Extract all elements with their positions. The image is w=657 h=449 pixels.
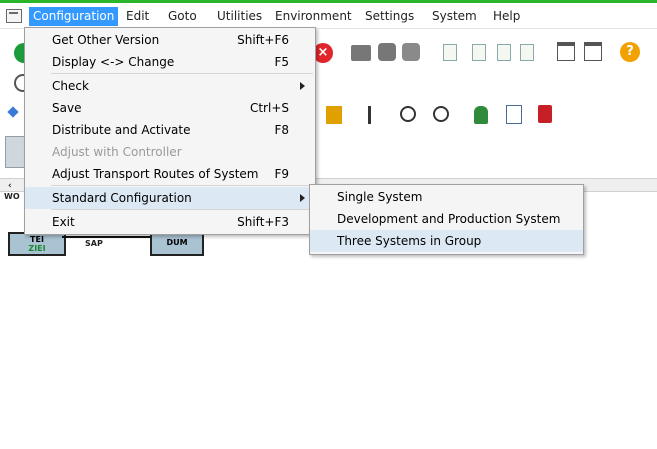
menu-utilities[interactable]: Utilities bbox=[213, 7, 266, 26]
submenu-item-label: Three Systems in Group bbox=[337, 234, 482, 248]
menu-item-shortcut: F9 bbox=[274, 167, 289, 181]
submenu-item-three-systems[interactable]: Three Systems in Group bbox=[310, 230, 583, 252]
previous-page-icon[interactable] bbox=[472, 44, 486, 61]
menu-item-label: Distribute and Activate bbox=[52, 123, 191, 137]
menu-edit[interactable]: Edit bbox=[122, 7, 153, 26]
menu-configuration[interactable]: Configuration bbox=[29, 7, 119, 26]
menu-item-label: Adjust with Controller bbox=[52, 145, 182, 159]
user-icon[interactable] bbox=[474, 106, 488, 124]
menu-item-shortcut: F8 bbox=[274, 123, 289, 137]
help-icon[interactable]: ? bbox=[620, 42, 640, 62]
last-page-icon[interactable] bbox=[520, 44, 534, 61]
route-label: SAP bbox=[85, 239, 103, 248]
find-icon[interactable] bbox=[378, 43, 396, 61]
menu-item-check[interactable]: Check bbox=[25, 75, 315, 97]
menu-help[interactable]: Help bbox=[489, 7, 524, 26]
menu-item-exit[interactable]: Exit Shift+F3 bbox=[25, 211, 315, 233]
menu-item-get-other-version[interactable]: Get Other Version Shift+F6 bbox=[25, 29, 315, 51]
submenu-arrow-icon bbox=[300, 82, 305, 90]
system-name-dum: DUM bbox=[166, 238, 188, 247]
menu-item-shortcut: Shift+F6 bbox=[237, 33, 289, 47]
print-icon[interactable] bbox=[351, 45, 371, 61]
transport-route-line bbox=[62, 236, 152, 238]
pin-icon[interactable] bbox=[7, 106, 19, 118]
system-box-tei[interactable]: TEI ZIEI bbox=[8, 232, 66, 256]
menu-item-label: Exit bbox=[52, 215, 75, 229]
menu-separator bbox=[51, 73, 313, 74]
menu-item-adjust-transport-routes[interactable]: Adjust Transport Routes of System F9 bbox=[25, 163, 315, 185]
menu-item-adjust-controller: Adjust with Controller bbox=[25, 141, 315, 163]
menu-item-label: Save bbox=[52, 101, 82, 115]
submenu-item-single-system[interactable]: Single System bbox=[310, 186, 583, 208]
menu-goto[interactable]: Goto bbox=[164, 7, 201, 26]
submenu-item-dev-prod-system[interactable]: Development and Production System bbox=[310, 208, 583, 230]
menu-separator bbox=[51, 185, 313, 186]
menu-settings[interactable]: Settings bbox=[361, 7, 418, 26]
next-page-icon[interactable] bbox=[497, 44, 511, 61]
menu-item-save[interactable]: Save Ctrl+S bbox=[25, 97, 315, 119]
first-page-icon[interactable] bbox=[443, 44, 457, 61]
menu-item-label: Check bbox=[52, 79, 89, 93]
find-next-icon[interactable] bbox=[402, 43, 420, 61]
shortcut-icon[interactable] bbox=[584, 42, 602, 61]
menu-item-label: Get Other Version bbox=[52, 33, 160, 47]
system-box-dum[interactable]: DUM bbox=[150, 232, 204, 256]
system-client: ZIEI bbox=[28, 244, 46, 253]
zoom-in-icon[interactable] bbox=[400, 106, 416, 122]
align-icon[interactable] bbox=[368, 106, 383, 124]
menu-item-distribute-activate[interactable]: Distribute and Activate F8 bbox=[25, 119, 315, 141]
standard-configuration-submenu: Single System Development and Production… bbox=[309, 184, 584, 255]
system-name: TEI bbox=[30, 235, 44, 244]
menu-item-standard-configuration[interactable]: Standard Configuration bbox=[25, 187, 315, 209]
tab-label: WO bbox=[4, 192, 20, 201]
transport-icon[interactable] bbox=[326, 106, 342, 124]
submenu-item-label: Single System bbox=[337, 190, 423, 204]
menu-item-label: Adjust Transport Routes of System bbox=[52, 167, 259, 181]
new-session-icon[interactable] bbox=[557, 42, 575, 61]
menu-item-display-change[interactable]: Display <-> Change F5 bbox=[25, 51, 315, 73]
menu-separator bbox=[51, 209, 313, 210]
zoom-out-icon[interactable] bbox=[433, 106, 449, 122]
system-menu-icon[interactable] bbox=[6, 9, 22, 23]
menu-item-shortcut: Shift+F3 bbox=[237, 215, 289, 229]
submenu-item-label: Development and Production System bbox=[337, 212, 561, 226]
menu-item-label: Display <-> Change bbox=[52, 55, 175, 69]
list-icon[interactable] bbox=[506, 105, 522, 124]
menu-item-shortcut: Ctrl+S bbox=[249, 101, 289, 115]
submenu-arrow-icon bbox=[300, 194, 305, 202]
menu-item-label: Standard Configuration bbox=[52, 191, 192, 205]
menubar: Configuration Edit Goto Utilities Enviro… bbox=[0, 3, 657, 29]
menu-system[interactable]: System bbox=[428, 7, 481, 26]
scroll-left-icon[interactable]: ‹ bbox=[8, 181, 12, 191]
menu-item-shortcut: F5 bbox=[274, 55, 289, 69]
menu-environment[interactable]: Environment bbox=[271, 7, 356, 26]
cancel-icon[interactable]: × bbox=[313, 43, 333, 63]
book-icon[interactable] bbox=[538, 105, 552, 123]
configuration-menu: Get Other Version Shift+F6 Display <-> C… bbox=[24, 27, 316, 235]
